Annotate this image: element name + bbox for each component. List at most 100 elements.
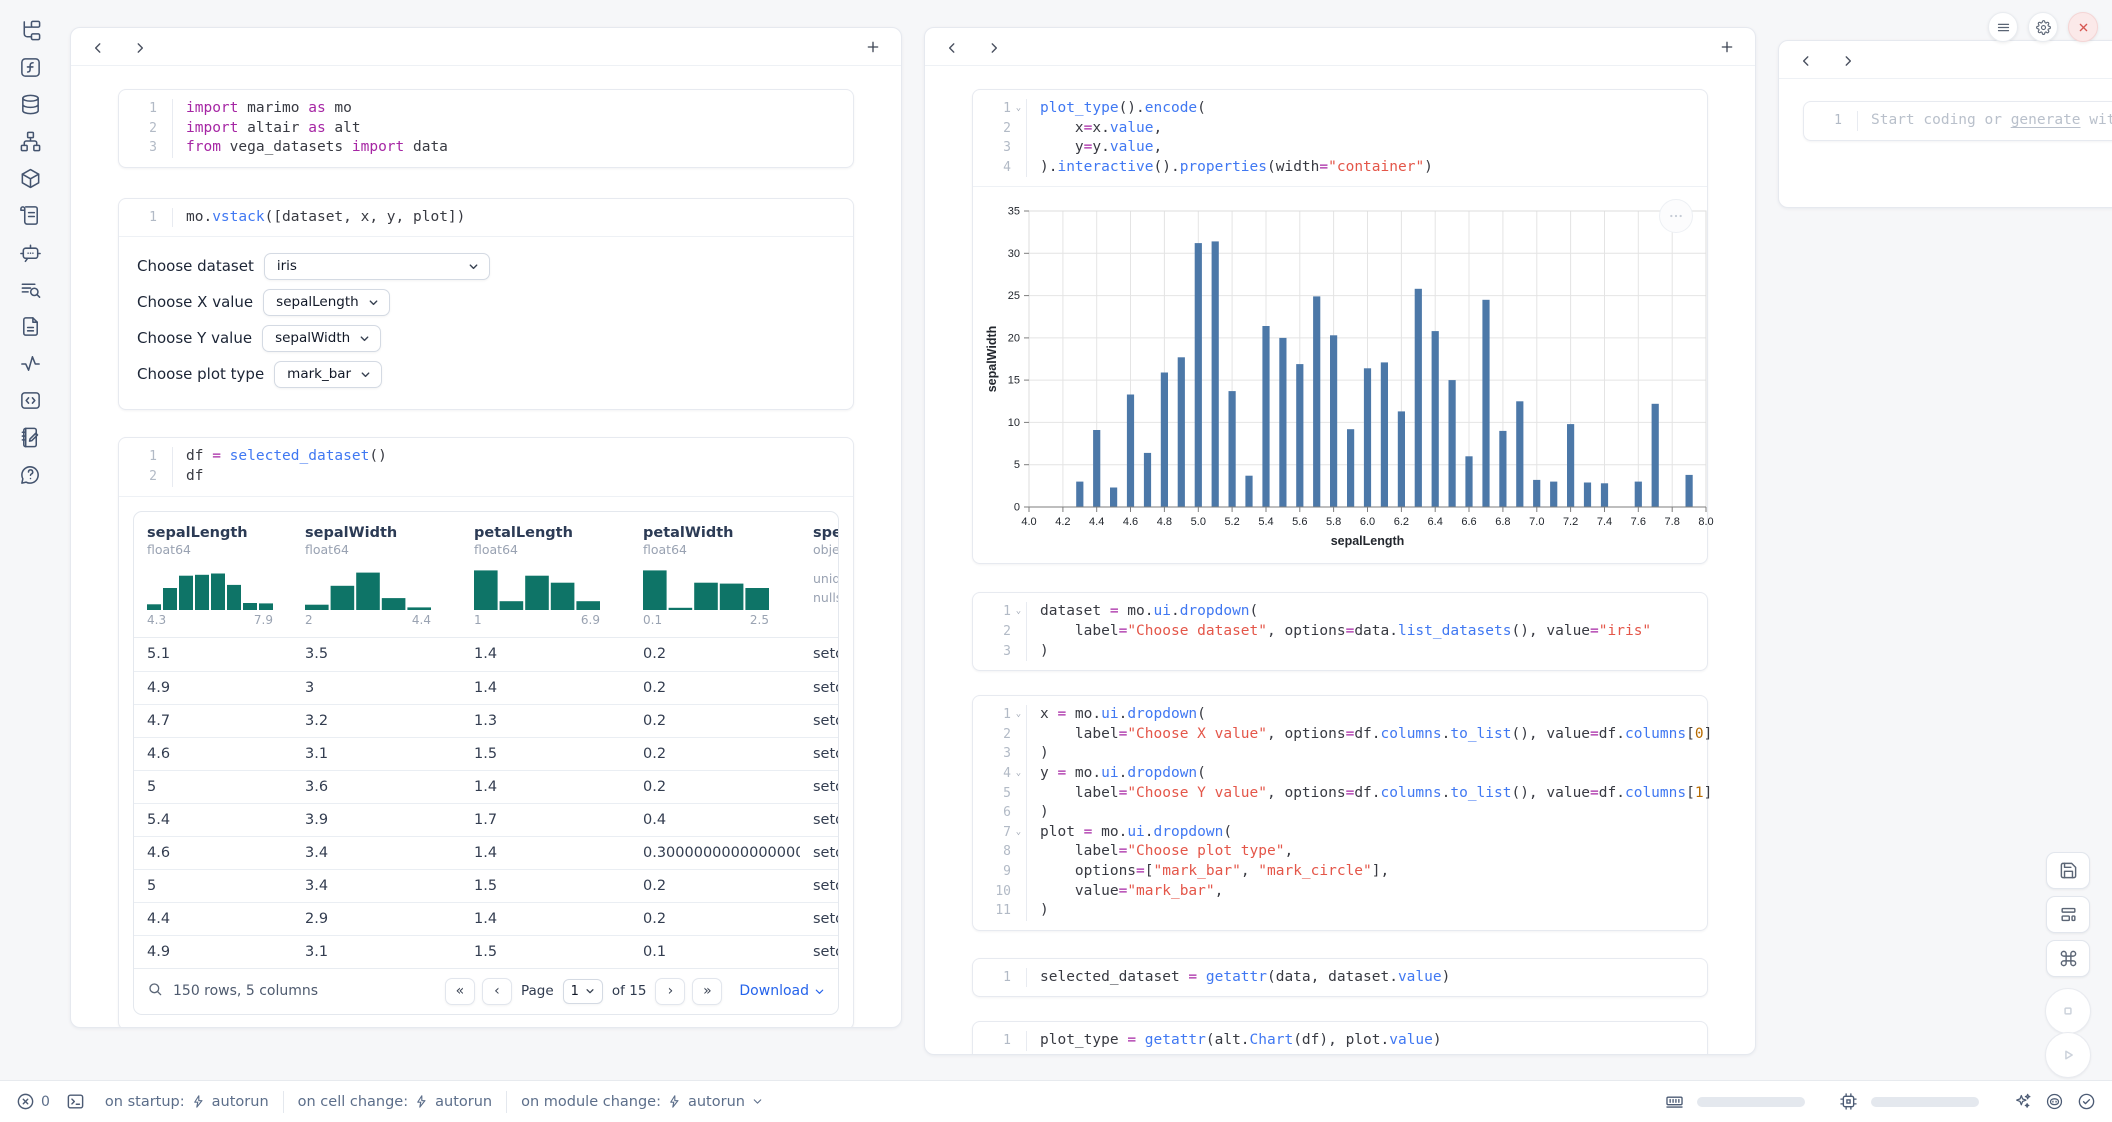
on-cell-change-chip[interactable]: on cell change: autorun [298, 1094, 492, 1110]
table-column-header[interactable]: petalWidthfloat640.12.5 [630, 512, 800, 627]
generate-link[interactable]: generate [2011, 112, 2081, 128]
chevron-right-icon[interactable] [987, 40, 1001, 54]
page-select[interactable]: 1 [563, 979, 603, 1004]
code-line[interactable]: 2import altair as alt [127, 119, 841, 139]
chevron-left-icon[interactable] [1799, 53, 1813, 67]
dropdown-select[interactable]: iris [264, 253, 490, 280]
code-line[interactable]: 3 y=y.value, [981, 138, 1695, 158]
fold-chevron-icon[interactable]: ⌄ [1011, 823, 1026, 843]
shutdown-button[interactable] [2068, 12, 2098, 42]
table-column-header[interactable]: sepalLengthfloat644.37.9 [134, 512, 292, 627]
layout-toggle-button[interactable] [2046, 896, 2090, 933]
last-page-button[interactable]: » [692, 978, 722, 1005]
bar-chart[interactable]: 4.04.24.44.64.85.05.25.45.65.86.06.26.46… [983, 201, 1707, 557]
copilot-icon [2045, 1092, 2064, 1111]
code-line[interactable]: 3) [981, 642, 1695, 662]
code-line[interactable]: 2 x=x.value, [981, 119, 1695, 139]
add-cell-icon[interactable] [865, 39, 881, 55]
code-line[interactable]: 7⌄plot = mo.ui.dropdown( [981, 823, 1695, 843]
code-cell-selected-dataset[interactable]: 1selected_dataset = getattr(data, datase… [972, 958, 1708, 998]
database-icon[interactable] [18, 92, 42, 116]
save-button[interactable] [2046, 852, 2090, 889]
chevron-left-icon[interactable] [91, 40, 105, 54]
code-line[interactable]: 2 label="Choose X value", options=df.col… [981, 725, 1695, 745]
connection-status-button[interactable] [2077, 1092, 2096, 1111]
code-snippet-icon[interactable] [18, 388, 42, 412]
dependency-graph-icon[interactable] [18, 129, 42, 153]
code-line[interactable]: 2df [127, 467, 841, 487]
code-line[interactable]: 11) [981, 901, 1695, 921]
settings-button[interactable] [2028, 12, 2058, 42]
download-button[interactable]: Download [739, 983, 825, 999]
errors-button[interactable] [16, 1092, 35, 1111]
code-line[interactable]: 1⌄dataset = mo.ui.dropdown( [981, 602, 1695, 622]
ai-sparkles-button[interactable] [2013, 1092, 2032, 1111]
code-line[interactable]: 4).interactive().properties(width="conta… [981, 158, 1695, 178]
code-cell-plot-type[interactable]: 1plot_type = getattr(alt.Chart(df), plot… [972, 1021, 1708, 1055]
scratchpad-icon[interactable] [18, 425, 42, 449]
fold-chevron-icon[interactable]: ⌄ [1011, 764, 1026, 784]
table-column-header[interactable]: petalLengthfloat6416.9 [461, 512, 630, 627]
code-line[interactable]: 3from vega_datasets import data [127, 138, 841, 158]
code-cell-plot[interactable]: 1⌄plot_type().encode(2 x=x.value,3 y=y.v… [972, 89, 1708, 564]
code-cell-df[interactable]: 1df = selected_dataset()2df sepalLengthf… [118, 437, 854, 1028]
code-line[interactable]: 1import marimo as mo [127, 99, 841, 119]
code-line[interactable]: 1⌄plot_type().encode( [981, 99, 1695, 119]
fold-chevron-icon[interactable]: ⌄ [1011, 705, 1026, 725]
code-line[interactable]: 1mo.vstack([dataset, x, y, plot]) [127, 208, 841, 228]
code-line[interactable]: 8 label="Choose plot type", [981, 842, 1695, 862]
editor-placeholder[interactable]: Start coding or generate with AI [1871, 111, 2112, 131]
stop-button[interactable] [2045, 988, 2091, 1034]
code-line[interactable]: 1plot_type = getattr(alt.Chart(df), plot… [981, 1031, 1695, 1051]
file-tree-icon[interactable] [18, 18, 42, 42]
table-row: 4.63.41.40.30000000000000004setosa [134, 836, 838, 869]
chat-bot-icon[interactable] [18, 240, 42, 264]
on-startup-chip[interactable]: on startup: autorun [105, 1094, 269, 1110]
search-icon[interactable] [147, 981, 163, 1001]
table-column-header[interactable]: sepalWidthfloat6424.4 [292, 512, 461, 627]
fold-chevron-icon[interactable]: ⌄ [1011, 602, 1026, 622]
code-cell-xyplot-dropdowns[interactable]: 1⌄x = mo.ui.dropdown(2 label="Choose X v… [972, 695, 1708, 931]
code-line[interactable]: 6) [981, 803, 1695, 823]
first-page-button[interactable]: « [445, 978, 475, 1005]
keyboard-shortcuts-button[interactable] [2046, 940, 2090, 977]
dropdown-select[interactable]: sepalWidth [262, 325, 381, 352]
search-list-icon[interactable] [18, 277, 42, 301]
add-cell-icon[interactable] [1719, 39, 1735, 55]
prev-page-button[interactable]: ‹ [482, 978, 512, 1005]
dropdown-select[interactable]: sepalLength [263, 289, 390, 316]
code-line[interactable]: 2 label="Choose dataset", options=data.l… [981, 622, 1695, 642]
chevron-right-icon[interactable] [133, 40, 147, 54]
code-cell-vstack[interactable]: 1mo.vstack([dataset, x, y, plot]) Choose… [118, 198, 854, 411]
menu-button[interactable] [1988, 12, 2018, 42]
code-line[interactable]: 9 options=["mark_bar", "mark_circle"], [981, 862, 1695, 882]
table-cell: setosa [800, 837, 838, 869]
fold-chevron-icon[interactable]: ⌄ [1011, 99, 1026, 119]
code-line[interactable]: 1selected_dataset = getattr(data, datase… [981, 968, 1695, 988]
run-all-button[interactable] [2045, 1032, 2091, 1078]
code-line[interactable]: 3) [981, 744, 1695, 764]
chevron-right-icon[interactable] [1841, 53, 1855, 67]
table-column-header[interactable]: speciesobjectuniquenulls: [800, 512, 838, 627]
code-line[interactable]: 5 label="Choose Y value", options=df.col… [981, 784, 1695, 804]
chevron-left-icon[interactable] [945, 40, 959, 54]
terminal-button[interactable] [66, 1092, 85, 1111]
help-chat-icon[interactable] [18, 462, 42, 486]
empty-code-cell[interactable]: 1 Start coding or generate with AI [1803, 101, 2112, 141]
scroll-icon[interactable] [18, 203, 42, 227]
next-page-button[interactable]: › [655, 978, 685, 1005]
package-icon[interactable] [18, 166, 42, 190]
code-cell-dataset-dropdown[interactable]: 1⌄dataset = mo.ui.dropdown(2 label="Choo… [972, 592, 1708, 671]
code-line[interactable]: 4⌄y = mo.ui.dropdown( [981, 764, 1695, 784]
on-module-change-chip[interactable]: on module change: autorun [521, 1094, 764, 1110]
document-icon[interactable] [18, 314, 42, 338]
code-cell-imports[interactable]: 1import marimo as mo2import altair as al… [118, 89, 854, 168]
code-line[interactable]: 1⌄x = mo.ui.dropdown( [981, 705, 1695, 725]
copilot-button[interactable] [2045, 1092, 2064, 1111]
code-line[interactable]: 1df = selected_dataset() [127, 447, 841, 467]
dropdown-select[interactable]: mark_bar [274, 361, 382, 388]
function-square-icon[interactable] [18, 55, 42, 79]
code-line[interactable]: 10 value="mark_bar", [981, 882, 1695, 902]
activity-icon[interactable] [18, 351, 42, 375]
terminal-icon [66, 1092, 85, 1111]
